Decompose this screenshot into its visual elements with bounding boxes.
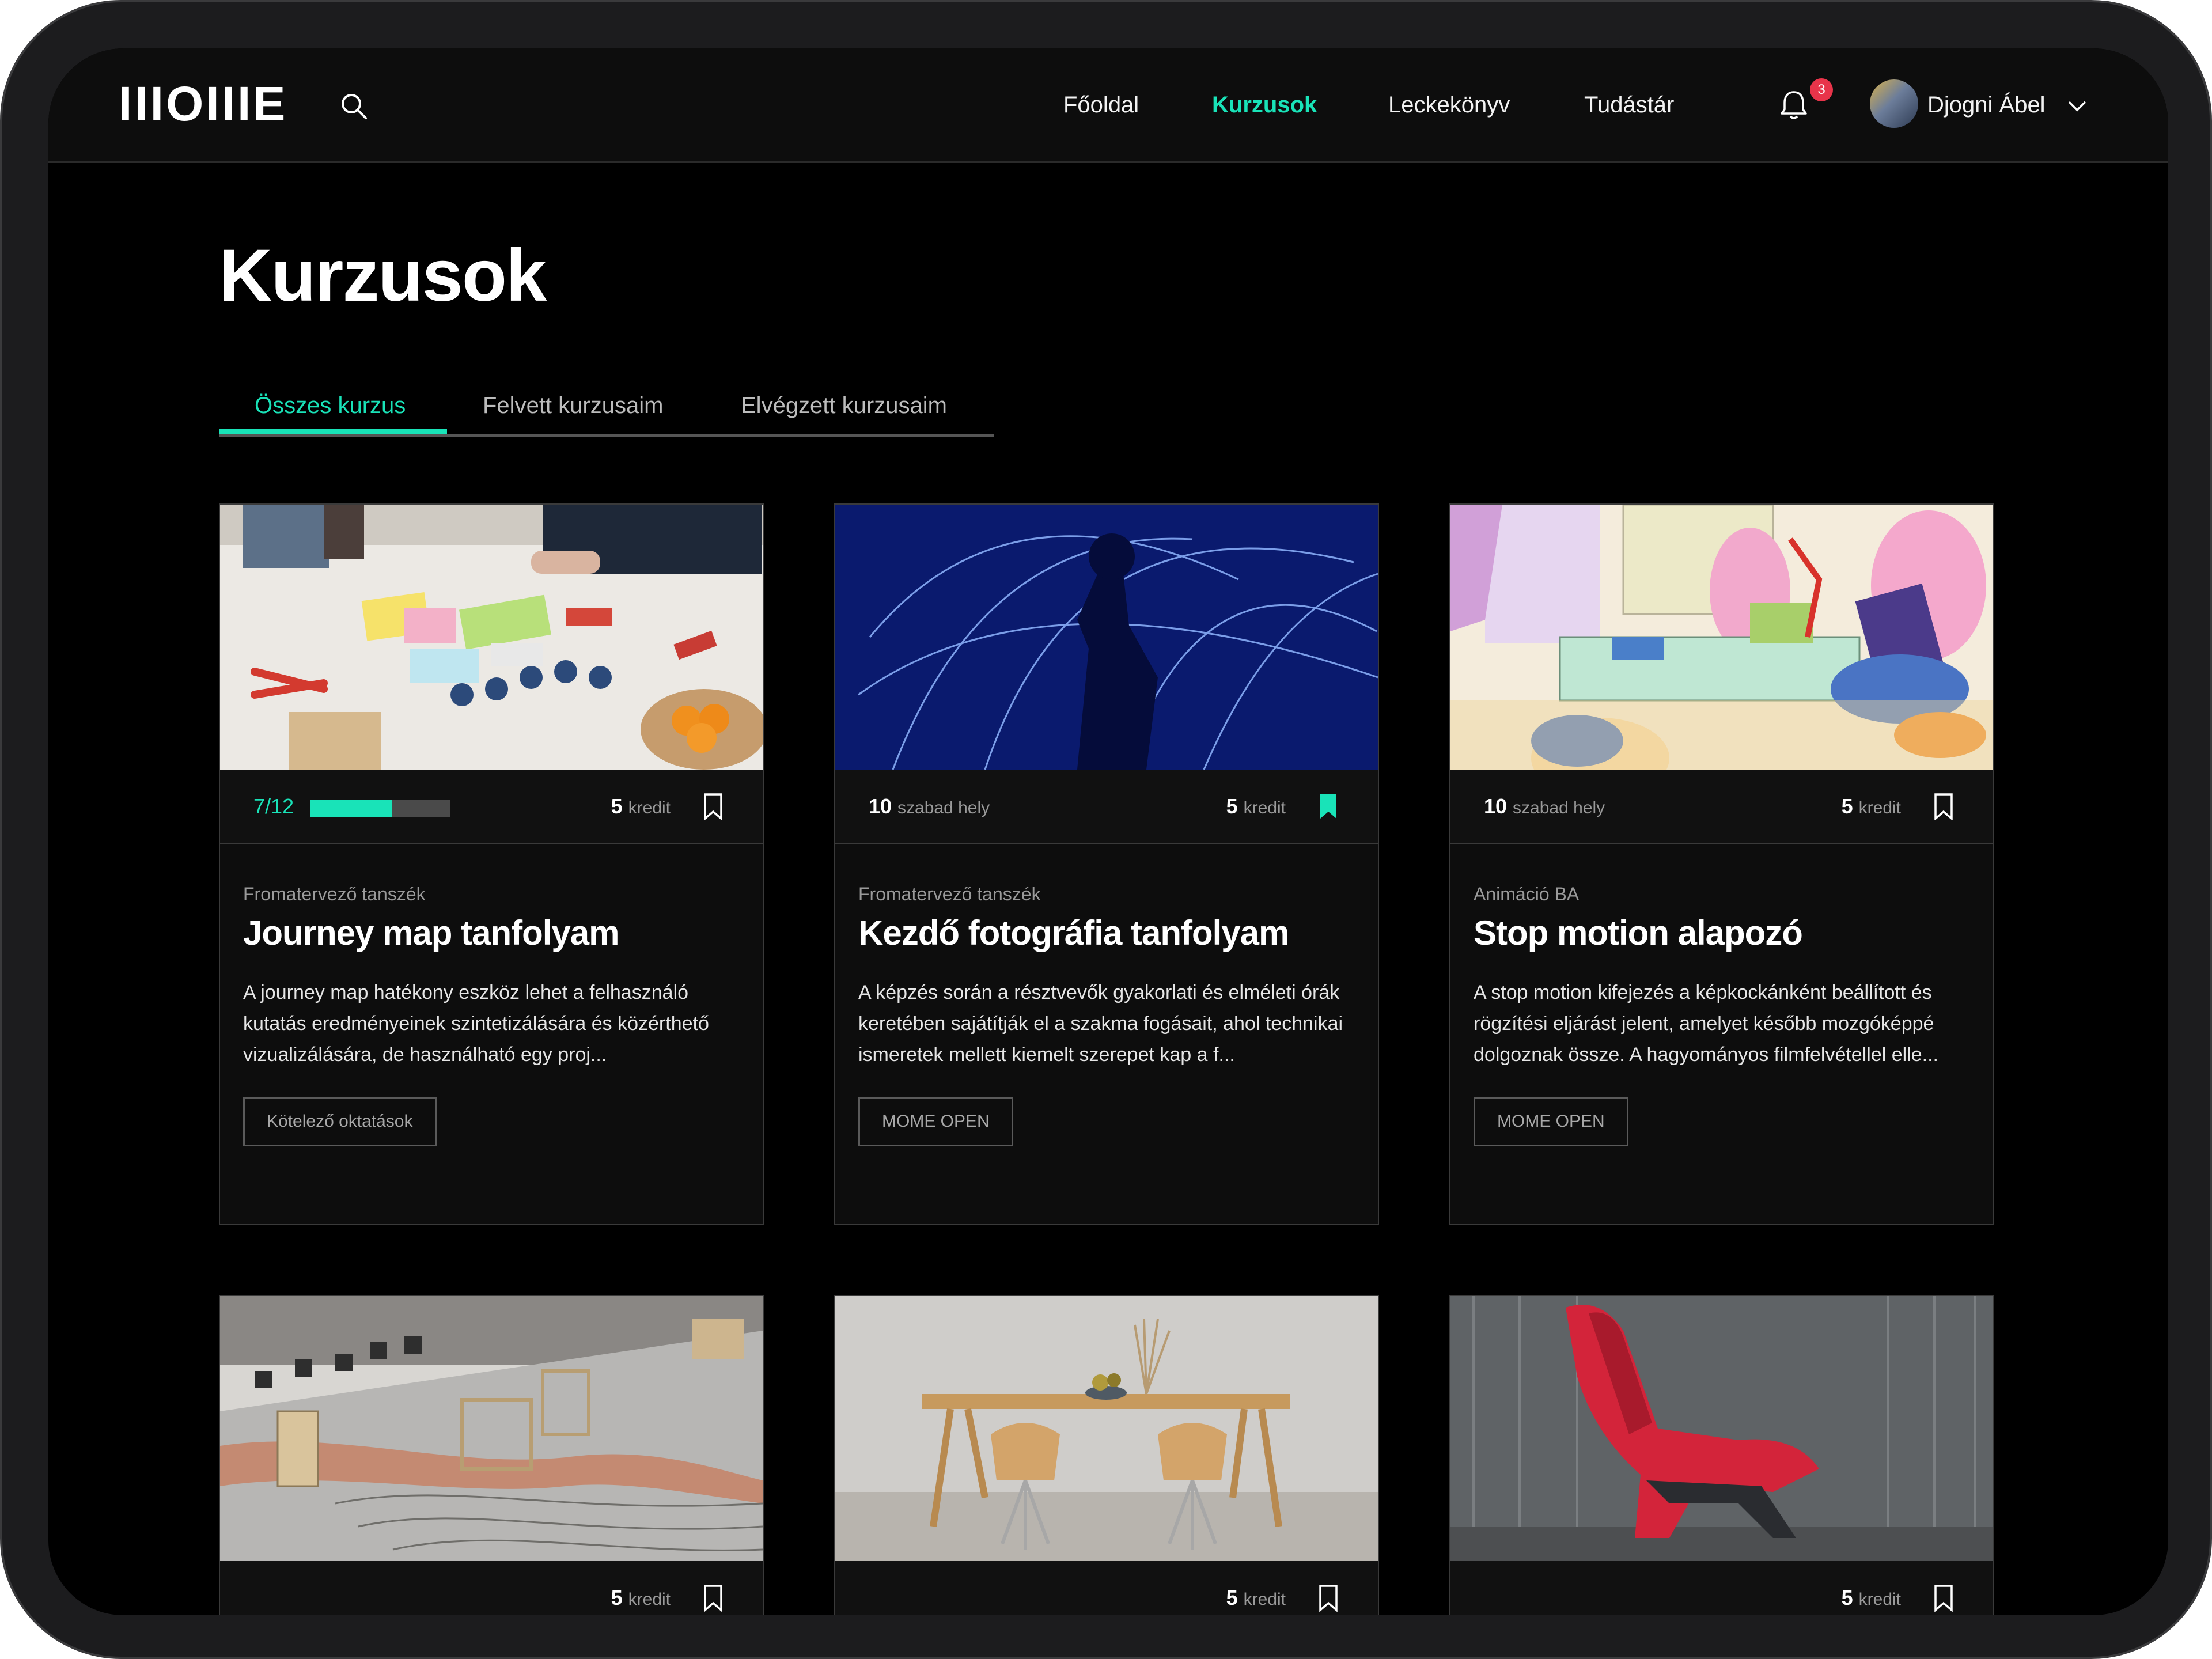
credits: 5 kredit — [1226, 794, 1286, 818]
course-tag[interactable]: Kötelező oktatások — [243, 1097, 437, 1146]
course-card[interactable]: 5 kredit — [834, 1295, 1379, 1615]
course-description: A stop motion kifejezés a képkockánként … — [1474, 982, 1939, 1066]
course-card[interactable]: 5 kredit — [219, 1295, 764, 1615]
credits: 5 kredit — [1226, 1586, 1286, 1609]
course-description: A journey map hatékony eszköz lehet a fe… — [243, 982, 709, 1066]
course-meta: 10 szabad hely 5 kredit — [835, 770, 1378, 844]
free-seats: 10 szabad hely — [869, 794, 990, 818]
free-seats: 10 szabad hely — [1484, 794, 1605, 818]
tab-elvegzett-kurzusaim[interactable]: Elvégzett kurzusaim — [741, 371, 947, 434]
credits: 5 kredit — [1841, 1586, 1901, 1609]
bookmark-icon[interactable] — [1318, 1584, 1339, 1612]
course-meta: 10 szabad hely 5 kredit — [1450, 770, 1993, 844]
course-image-architecture-model — [220, 1296, 763, 1561]
credits: 5 kredit — [1841, 794, 1901, 818]
tab-osszes-kurzus[interactable]: Összes kurzus — [255, 371, 406, 434]
course-title[interactable]: Journey map tanfolyam — [243, 910, 740, 956]
bookmark-icon[interactable] — [703, 1584, 724, 1612]
nav-link-fooldal[interactable]: Főoldal — [1063, 88, 1139, 122]
nav-link-leckekonyv[interactable]: Leckekönyv — [1388, 88, 1510, 122]
course-tag[interactable]: MOME OPEN — [1474, 1097, 1628, 1146]
course-tag[interactable]: MOME OPEN — [858, 1097, 1013, 1146]
chevron-down-icon[interactable] — [2066, 94, 2089, 118]
screen: IIIOIIIE Főoldal Kurzusok Leckekönyv Tud… — [48, 48, 2168, 1615]
course-body: Animáció BA Stop motion alapozó A stop m… — [1474, 881, 1970, 1146]
user-name[interactable]: Djogni Ábel — [1927, 88, 2046, 122]
course-title[interactable]: Kezdő fotográfia tanfolyam — [858, 910, 1355, 956]
active-tab-indicator — [219, 429, 447, 434]
nav-link-tudastar[interactable]: Tudástár — [1584, 88, 1674, 122]
mome-logo[interactable]: IIIOIIIE — [119, 79, 287, 128]
course-card[interactable]: 7/12 5 kredit Fromatervező tanszék Journe… — [219, 503, 764, 1225]
course-body: Fromatervező tanszék Journey map tanfoly… — [243, 881, 740, 1146]
tab-felvett-kurzusaim[interactable]: Felvett kurzusaim — [483, 371, 663, 434]
bookmark-filled-icon[interactable] — [1318, 793, 1339, 820]
course-image-journey-map — [220, 505, 763, 770]
course-card[interactable]: 10 szabad hely 5 kredit Fromatervező tansz… — [834, 503, 1379, 1225]
bell-icon[interactable] — [1777, 88, 1811, 122]
course-meta: 5 kredit — [1450, 1561, 1993, 1615]
course-meta: 5 kredit — [220, 1561, 763, 1615]
progress-fill — [310, 800, 392, 817]
bookmark-icon[interactable] — [703, 793, 724, 820]
credits: 5 kredit — [611, 794, 671, 818]
course-card[interactable]: 5 kredit — [1449, 1295, 1994, 1615]
course-title[interactable]: Stop motion alapozó — [1474, 910, 1970, 956]
progress-label: 7/12 — [253, 794, 294, 818]
course-body: Fromatervező tanszék Kezdő fotográfia ta… — [858, 881, 1355, 1146]
course-meta: 5 kredit — [835, 1561, 1378, 1615]
course-image-stop-motion — [1450, 505, 1993, 770]
tablet-frame: IIIOIIIE Főoldal Kurzusok Leckekönyv Tud… — [0, 0, 2212, 1659]
top-navbar: IIIOIIIE Főoldal Kurzusok Leckekönyv Tud… — [48, 48, 2168, 163]
course-image-furniture — [835, 1296, 1378, 1561]
search-icon[interactable] — [339, 91, 369, 121]
course-meta: 7/12 5 kredit — [220, 770, 763, 844]
progress-bar — [310, 800, 450, 817]
bookmark-icon[interactable] — [1933, 793, 1954, 820]
course-image-red-chair — [1450, 1296, 1993, 1561]
course-card[interactable]: 10 szabad hely 5 kredit Animáció BA Stop m… — [1449, 503, 1994, 1225]
course-image-photography — [835, 505, 1378, 770]
course-department: Fromatervező tanszék — [243, 884, 426, 904]
notification-badge: 3 — [1810, 78, 1833, 101]
avatar[interactable] — [1870, 79, 1918, 128]
course-department: Fromatervező tanszék — [858, 884, 1041, 904]
bookmark-icon[interactable] — [1933, 1584, 1954, 1612]
course-tabs: Összes kurzus Felvett kurzusaim Elvégzet… — [219, 371, 994, 437]
credits: 5 kredit — [611, 1586, 671, 1609]
course-description: A képzés során a résztvevők gyakorlati é… — [858, 982, 1343, 1066]
course-department: Animáció BA — [1474, 884, 1580, 904]
page-title: Kurzusok — [219, 234, 547, 317]
nav-link-kurzusok[interactable]: Kurzusok — [1212, 88, 1317, 122]
